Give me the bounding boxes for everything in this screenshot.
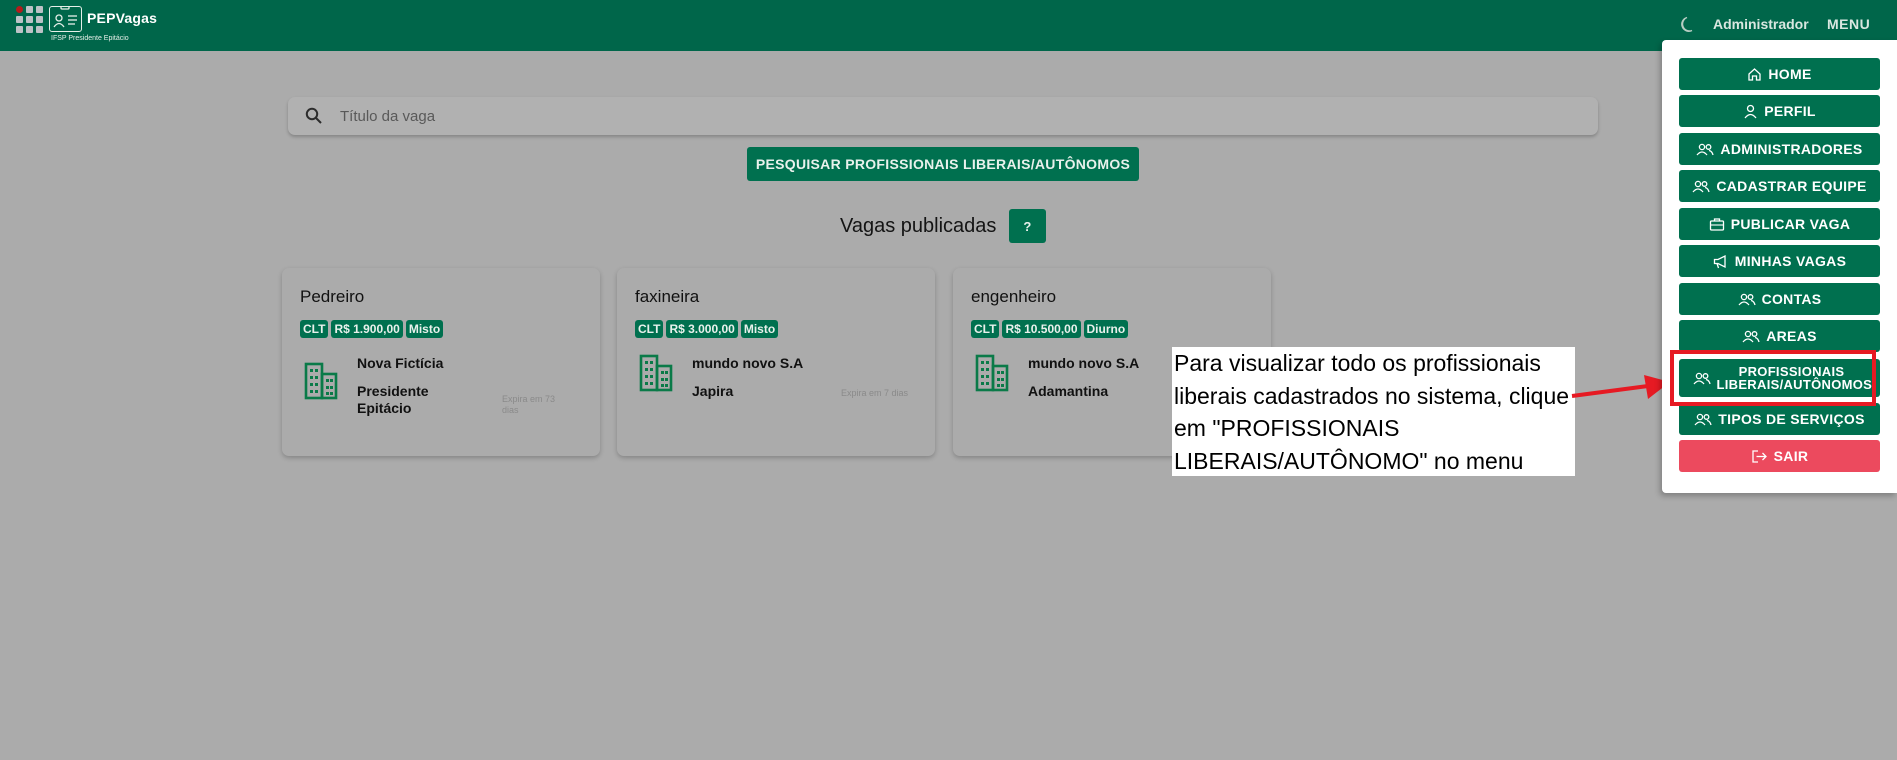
brand-subtitle: IFSP Presidente Epitácio: [51, 35, 129, 42]
top-navbar: PEPVagas IFSP Presidente Epitácio Admini…: [0, 0, 1897, 51]
menu-item-cadastrar-equipe[interactable]: CADASTRAR EQUIPE: [1679, 170, 1880, 202]
expiration-text: Expira em 73 dias: [502, 394, 556, 415]
menu-item-label: CADASTRAR EQUIPE: [1716, 178, 1867, 194]
menu-item-administradores[interactable]: ADMINISTRADORES: [1679, 133, 1880, 165]
menu-item-areas[interactable]: AREAS: [1679, 320, 1880, 352]
company-name: mundo novo S.A: [692, 355, 804, 371]
job-title: engenheiro: [971, 287, 1057, 306]
job-badges: CLT R$ 1.900,00 Misto: [300, 320, 444, 338]
megaphone-icon: [1713, 254, 1726, 268]
menu-item-minhas-vagas[interactable]: MINHAS VAGAS: [1679, 245, 1880, 277]
salary-badge: R$ 10.500,00: [1002, 320, 1081, 338]
shift-badge: Diurno: [1083, 320, 1129, 338]
menu-item-label: CONTAS: [1761, 291, 1822, 307]
shift-badge: Misto: [405, 320, 444, 338]
search-icon: [305, 107, 322, 124]
menu-item-perfil[interactable]: PERFIL: [1679, 95, 1880, 127]
home-icon: [1748, 67, 1762, 81]
building-icon: [639, 354, 673, 392]
job-badges: CLT R$ 10.500,00 Diurno: [971, 320, 1129, 338]
building-icon: [975, 354, 1009, 392]
menu-item-sair[interactable]: SAIR: [1679, 440, 1880, 472]
menu-item-tipos-de-servicos[interactable]: TIPOS DE SERVIÇOS: [1679, 403, 1880, 435]
section-title: Vagas publicadas: [840, 215, 997, 237]
job-city: Japira: [692, 383, 734, 399]
dropdown-menu: HOME PERFIL ADMINISTRADORES CADASTRAR EQ…: [1662, 40, 1897, 493]
company-name: mundo novo S.A: [1028, 355, 1140, 371]
job-city: Presidente Epitácio: [357, 383, 429, 416]
users-icon: [1692, 180, 1710, 192]
contract-badge: CLT: [635, 320, 664, 338]
job-title-search-input[interactable]: [340, 97, 1580, 135]
instruction-annotation: Para visualizar todo os profissionais li…: [1172, 347, 1575, 476]
logout-icon: [1752, 449, 1767, 463]
menu-item-label: AREAS: [1766, 328, 1817, 344]
menu-item-label: MINHAS VAGAS: [1734, 253, 1847, 269]
help-button[interactable]: ?: [1009, 209, 1046, 243]
users-icon: [1738, 293, 1756, 305]
building-icon: [304, 362, 338, 400]
menu-item-label: HOME: [1768, 66, 1812, 82]
contract-badge: CLT: [300, 320, 329, 338]
expiration-text: Expira em 7 dias: [841, 388, 909, 398]
salary-badge: R$ 1.900,00: [331, 320, 403, 338]
user-name[interactable]: Administrador: [1713, 16, 1809, 32]
menu-item-label: TIPOS DE SERVIÇOS: [1718, 411, 1865, 427]
shift-badge: Misto: [740, 320, 779, 338]
job-title: Pedreiro: [300, 287, 365, 306]
briefcase-icon: [1709, 217, 1724, 231]
user-icon: [1744, 104, 1757, 118]
menu-item-home[interactable]: HOME: [1679, 58, 1880, 90]
users-icon: [1742, 330, 1760, 342]
menu-toggle-button[interactable]: MENU: [1827, 16, 1870, 32]
menu-item-publicar-vaga[interactable]: PUBLICAR VAGA: [1679, 208, 1880, 240]
job-card[interactable]: faxineira CLT R$ 3.000,00 Misto mundo no…: [617, 268, 935, 456]
search-professionals-button[interactable]: PESQUISAR PROFISSIONAIS LIBERAIS/AUTÔNOM…: [747, 147, 1139, 181]
job-title: faxineira: [635, 287, 700, 306]
ifsp-logo-icon: [16, 6, 43, 40]
brand-name[interactable]: PEPVagas: [87, 10, 157, 26]
search-bar: [288, 97, 1598, 135]
menu-item-label: ADMINISTRADORES: [1720, 141, 1863, 157]
menu-item-label: PUBLICAR VAGA: [1730, 216, 1851, 232]
annotation-arrow-icon: [1571, 375, 1670, 399]
company-name: Nova Fictícia: [357, 355, 444, 371]
job-badges: CLT R$ 3.000,00 Misto: [635, 320, 779, 338]
annotation-highlight-box: [1670, 350, 1876, 406]
dark-mode-moon-icon[interactable]: [1679, 14, 1699, 34]
users-icon: [1696, 143, 1715, 155]
job-city: Adamantina: [1028, 383, 1109, 399]
menu-item-label: PERFIL: [1764, 103, 1816, 119]
salary-badge: R$ 3.000,00: [666, 320, 738, 338]
menu-item-contas[interactable]: CONTAS: [1679, 283, 1880, 315]
users-icon: [1694, 413, 1712, 425]
job-card[interactable]: Pedreiro CLT R$ 1.900,00 Misto Nova Fict…: [282, 268, 600, 456]
menu-item-label: SAIR: [1773, 448, 1809, 464]
contract-badge: CLT: [971, 320, 1000, 338]
id-card-icon: [49, 6, 82, 32]
